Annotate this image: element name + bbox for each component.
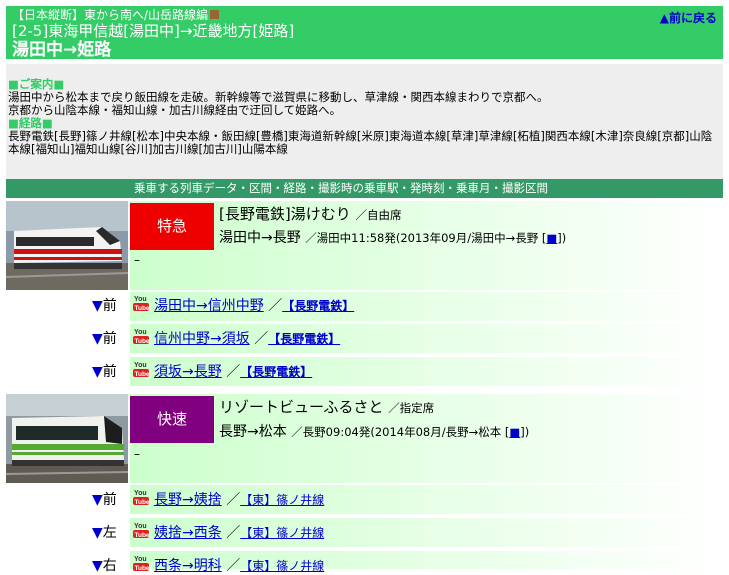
youtube-icon[interactable]: You Tube [133, 488, 149, 505]
operator-link[interactable]: 【東】篠ノ井線 [240, 526, 324, 540]
operator-link[interactable]: 【長野電鉄】 [282, 299, 354, 313]
segment-link[interactable]: 須坂→長野 [154, 364, 222, 380]
operator-link[interactable]: 【長野電鉄】 [240, 365, 312, 379]
operator-link[interactable]: 【長野電鉄】 [268, 332, 340, 346]
segment-direction: ▼右 [92, 558, 117, 574]
svg-text:You: You [134, 523, 147, 530]
train-dash: – [134, 253, 140, 267]
svg-text:You: You [134, 556, 147, 563]
segment-entry: 湯田中→信州中野 ／【長野電鉄】 [154, 298, 355, 314]
guide-line-2: 京都から山陰本線・福知山線・加古川線経由で迂回して姫路へ。 [8, 103, 342, 117]
segment-link[interactable]: 信州中野→須坂 [154, 331, 250, 347]
segment-link[interactable]: 長野→姨捨 [154, 492, 222, 508]
svg-text:Tube: Tube [135, 305, 150, 311]
segment-link[interactable]: 姨捨→西条 [154, 525, 222, 541]
youtube-icon[interactable]: You Tube [133, 554, 149, 571]
segment-direction: ▼前 [92, 364, 117, 380]
svg-text:You: You [134, 362, 147, 369]
segment-entry: 姨捨→西条 ／【東】篠ノ井線 [154, 525, 325, 541]
youtube-icon[interactable]: You Tube [133, 521, 149, 538]
train-route: 湯田中→長野 ／湯田中11:58発(2013年09月/湯田中→長野 [■]) [219, 230, 567, 246]
back-link[interactable]: ▲前に戻る [660, 9, 717, 26]
info-box: ■ご案内■ 湯田中から松本まで戻り飯田線を走破。新幹線等で滋賀県に移動し、草津線… [6, 64, 723, 180]
series-title: 【日本縦断】東から南へ/山岳路線編 [12, 8, 717, 22]
segment-entry: 長野→姨捨 ／【東】篠ノ井線 [154, 492, 325, 508]
svg-text:You: You [134, 329, 147, 336]
segment-entry: 須坂→長野 ／【長野電鉄】 [154, 364, 313, 380]
train-class-badge: 快速 [130, 396, 214, 443]
train-route: 長野→松本 ／長野09:04発(2014年08月/長野→松本 [■]) [219, 424, 530, 440]
youtube-icon[interactable]: You Tube [133, 327, 149, 344]
segment-link[interactable]: 湯田中→信州中野 [154, 298, 264, 314]
segment-link[interactable]: 西条→明科 [154, 558, 222, 574]
train-class-badge: 特急 [130, 203, 214, 250]
train-photo-yukemuri [6, 201, 128, 290]
svg-text:Tube: Tube [135, 499, 150, 505]
svg-text:Tube: Tube [135, 338, 150, 344]
page-header: 【日本縦断】東から南へ/山岳路線編 [2-5]東海甲信越[湯田中]→近畿地方[姫… [6, 6, 723, 59]
train-name: リゾートビューふるさと ／指定席 [219, 398, 435, 416]
square-icon [210, 10, 220, 19]
segment-entry: 西条→明科 ／【東】篠ノ井線 [154, 558, 325, 574]
operator-link[interactable]: 【東】篠ノ井線 [240, 493, 324, 507]
svg-text:You: You [134, 490, 147, 497]
page-title: 湯田中→姫路 [12, 40, 112, 59]
train-name: [長野電鉄]湯けむり ／自由席 [219, 205, 402, 223]
segment-direction: ▼左 [92, 525, 117, 541]
table-header: 乗車する列車データ・区間・経路・撮影時の乗車駅・発時刻・乗車月・撮影区間 [6, 179, 723, 198]
svg-text:Tube: Tube [135, 371, 150, 377]
youtube-icon[interactable]: You Tube [133, 360, 149, 377]
segment-direction: ▼前 [92, 492, 117, 508]
segment-entry: 信州中野→須坂 ／【長野電鉄】 [154, 331, 341, 347]
segment-direction: ▼前 [92, 331, 117, 347]
video-square-link[interactable]: ■ [546, 231, 557, 245]
train-photo-resort-view [6, 394, 128, 483]
operator-link[interactable]: 【東】篠ノ井線 [240, 559, 324, 573]
train-dash: – [134, 447, 140, 461]
svg-text:Tube: Tube [135, 532, 150, 538]
route-text: 長野電鉄[長野]篠ノ井線[松本]中央本線・飯田線[豊橋]東海道新幹線[米原]東海… [8, 129, 713, 156]
segment-direction: ▼前 [92, 298, 117, 314]
video-square-link[interactable]: ■ [509, 425, 520, 439]
section-title: [2-5]東海甲信越[湯田中]→近畿地方[姫路] [12, 22, 295, 40]
svg-text:You: You [134, 296, 147, 303]
svg-text:Tube: Tube [135, 565, 150, 571]
youtube-icon[interactable]: You Tube [133, 294, 149, 311]
